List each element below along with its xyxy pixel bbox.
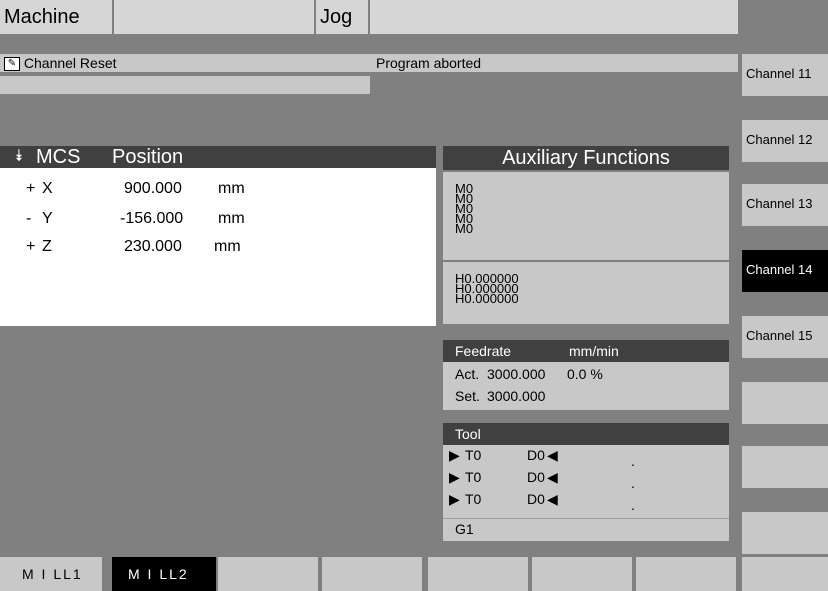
tool-offset: D0 (527, 469, 545, 485)
area-label: Machine (0, 0, 114, 34)
axis-row-y: - Y -156.000 mm (0, 210, 436, 234)
softkey-channel-14[interactable]: Channel 14 (742, 250, 828, 292)
feed-act-percent: 0.0 % (567, 366, 603, 382)
m-function: M0 (455, 221, 474, 236)
play-arrow-icon: ▶ (449, 491, 460, 507)
reset-pencil-icon: ✎ (4, 57, 20, 72)
axis-dir: + (26, 180, 36, 197)
aux-title: Auxiliary Functions (443, 146, 729, 170)
play-arrow-icon: ▶ (449, 447, 460, 463)
softkey-mill1[interactable]: M I LL1 (0, 557, 102, 591)
m-function: M0 (455, 181, 474, 196)
feed-set-label: Set. (455, 388, 480, 404)
axis-value: 900.000 (124, 180, 182, 197)
horizontal-softkey-bar: M I LL1 M I LL2 (0, 557, 828, 591)
m-function: M0 (455, 191, 474, 206)
axis-name: X (42, 180, 53, 197)
axis-row-x: + X 900.000 mm (0, 180, 436, 204)
softkey-empty-7[interactable] (742, 446, 828, 488)
axis-unit: mm (214, 238, 241, 255)
position-panel: + X 900.000 mm - Y -156.000 mm + Z 230.0… (0, 168, 436, 326)
softkey-empty-h6[interactable] (532, 557, 632, 591)
tool-number: T0 (465, 469, 482, 485)
softkey-empty-h8[interactable] (742, 557, 828, 591)
axis-name: Y (42, 210, 53, 227)
tool-panel: ▶ T0 D0 ◀ . ▶ T0 D0 ◀ . ▶ T0 D0 ◀ . G1 (443, 445, 729, 541)
tool-offset: D0 (527, 491, 545, 507)
feed-act-label: Act. (455, 366, 480, 382)
axis-value: 230.000 (124, 238, 182, 255)
play-arrow-icon: ▶ (449, 469, 460, 485)
feed-panel: Act. 3000.000 0.0 % Set. 3000.000 (443, 362, 729, 410)
dot-marker: . (631, 453, 635, 469)
axis-row-z: + Z 230.000 mm (0, 238, 436, 262)
axis-unit: mm (218, 180, 245, 197)
header-status-field (370, 0, 738, 34)
axis-dir: - (26, 210, 32, 227)
softkey-empty-h7[interactable] (636, 557, 736, 591)
softkey-channel-13[interactable]: Channel 13 (742, 184, 828, 226)
softkey-channel-15[interactable]: Channel 15 (742, 316, 828, 358)
m-function: M0 (455, 211, 474, 226)
tool-row: ▶ T0 D0 ◀ . (449, 447, 719, 469)
program-path-field (114, 0, 316, 34)
axis-icon: ⯯ (14, 148, 24, 165)
tool-number: T0 (465, 447, 482, 463)
dot-marker: . (631, 475, 635, 491)
h-function: H0.000000 (455, 291, 519, 306)
tool-divider (443, 518, 729, 519)
position-title-position: Position (112, 146, 184, 168)
feed-title: Feedrate (455, 343, 512, 359)
softkey-empty-h5[interactable] (428, 557, 528, 591)
softkey-empty-6[interactable] (742, 382, 828, 424)
axis-name: Z (42, 238, 52, 255)
channel-state-text: Channel Reset (23, 55, 117, 71)
aux-m-list: M0 M0 M0 M0 M0 (443, 172, 729, 260)
feed-title-bar: Feedrate mm/min (443, 340, 729, 362)
tool-row: ▶ T0 D0 ◀ . (449, 469, 719, 491)
dot-marker: . (631, 497, 635, 513)
feed-unit: mm/min (569, 343, 619, 359)
position-title-mcs: MCS (36, 146, 81, 168)
program-state-field: Program aborted (370, 54, 738, 72)
feed-act-value: 3000.000 (487, 366, 546, 382)
mode-label: Jog (316, 0, 370, 34)
softkey-mill2[interactable]: M I LL2 (112, 557, 216, 591)
m-function: M0 (455, 201, 474, 216)
tool-offset: D0 (527, 447, 545, 463)
feed-set-value: 3000.000 (487, 388, 546, 404)
vertical-softkey-bar: Channel 11 Channel 12 Channel 13 Channel… (740, 0, 828, 591)
tool-title: Tool (443, 423, 729, 445)
softkey-channel-12[interactable]: Channel 12 (742, 120, 828, 162)
softkey-empty-h3[interactable] (218, 557, 318, 591)
left-arrow-icon: ◀ (547, 491, 558, 507)
channel-state-field: ✎ Channel Reset (0, 54, 370, 72)
axis-unit: mm (218, 210, 245, 227)
left-arrow-icon: ◀ (547, 447, 558, 463)
axis-value: -156.000 (120, 210, 184, 227)
gcode-text: G1 (455, 521, 474, 537)
axis-dir: + (26, 238, 36, 255)
softkey-channel-11[interactable]: Channel 11 (742, 54, 828, 96)
alarm-line (0, 76, 370, 94)
tool-row: ▶ T0 D0 ◀ . (449, 491, 719, 513)
tool-number: T0 (465, 491, 482, 507)
aux-h-list: H0.000000 H0.000000 H0.000000 (443, 262, 729, 324)
softkey-empty-8[interactable] (742, 512, 828, 554)
left-arrow-icon: ◀ (547, 469, 558, 485)
softkey-empty-h4[interactable] (322, 557, 422, 591)
